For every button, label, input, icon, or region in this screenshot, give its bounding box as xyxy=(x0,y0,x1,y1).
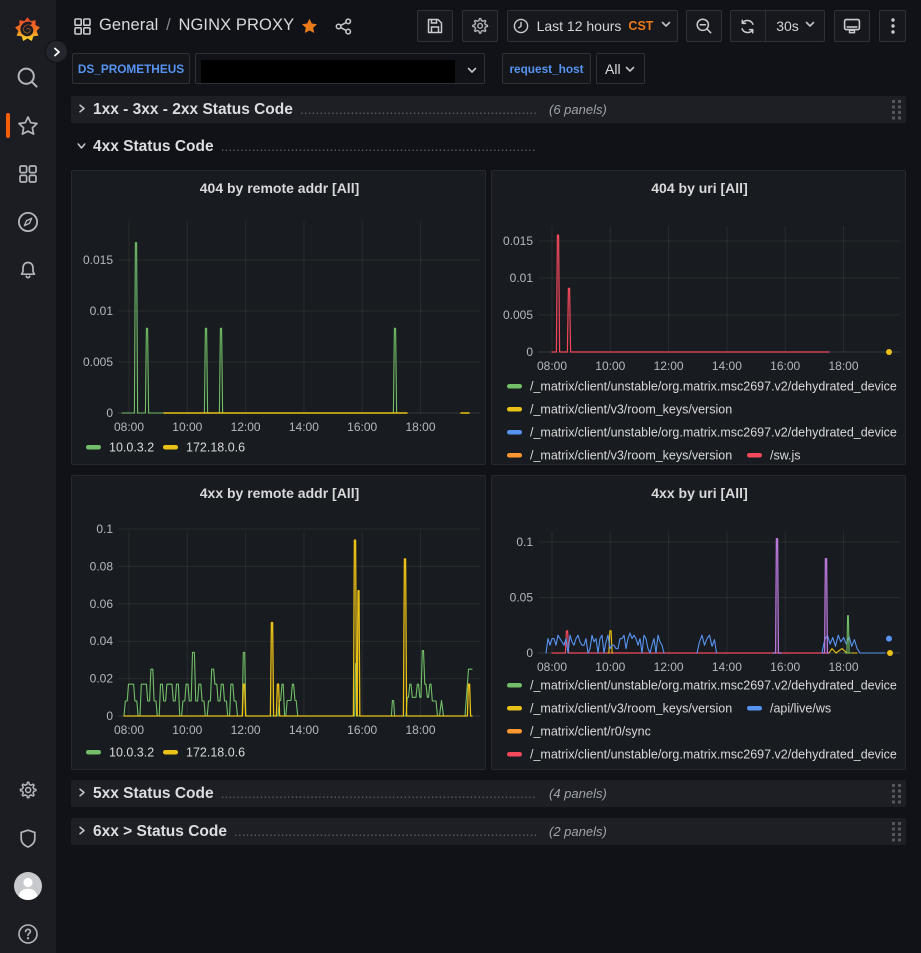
svg-text:0: 0 xyxy=(106,406,113,420)
svg-text:18:00: 18:00 xyxy=(828,359,858,373)
svg-text:0.05: 0.05 xyxy=(510,591,534,605)
svg-text:0.01: 0.01 xyxy=(90,304,114,318)
svg-text:/_matrix/client/r0/sync: /_matrix/client/r0/sync xyxy=(530,725,651,739)
svg-text:10.0.3.2: 10.0.3.2 xyxy=(109,441,154,455)
svg-text:10:00: 10:00 xyxy=(595,660,625,674)
svg-text:08:00: 08:00 xyxy=(114,723,144,737)
svg-text:0.005: 0.005 xyxy=(503,308,533,322)
svg-text:16:00: 16:00 xyxy=(347,420,377,434)
svg-text:172.18.0.6: 172.18.0.6 xyxy=(186,746,245,760)
svg-text:/sw.js: /sw.js xyxy=(770,449,801,463)
svg-text:4xx by remote addr [All]: 4xx by remote addr [All] xyxy=(200,485,360,501)
svg-text:0.015: 0.015 xyxy=(83,253,113,267)
svg-text:0: 0 xyxy=(526,345,533,359)
svg-text:/_matrix/client/v3/room_keys/v: /_matrix/client/v3/room_keys/version xyxy=(530,702,732,716)
svg-text:/_matrix/client/v3/room_keys/v: /_matrix/client/v3/room_keys/version xyxy=(530,403,732,417)
svg-text:14:00: 14:00 xyxy=(289,420,319,434)
svg-text:12:00: 12:00 xyxy=(231,723,261,737)
svg-text:/_matrix/client/unstable/org.m: /_matrix/client/unstable/org.matrix.msc2… xyxy=(530,748,897,762)
svg-text:0.08: 0.08 xyxy=(90,559,114,573)
svg-text:0.06: 0.06 xyxy=(90,597,114,611)
svg-text:0.005: 0.005 xyxy=(83,355,113,369)
svg-text:/api/live/ws: /api/live/ws xyxy=(770,702,831,716)
svg-text:14:00: 14:00 xyxy=(712,359,742,373)
svg-text:16:00: 16:00 xyxy=(770,359,800,373)
svg-text:08:00: 08:00 xyxy=(537,660,567,674)
svg-text:18:00: 18:00 xyxy=(405,420,435,434)
svg-text:0.04: 0.04 xyxy=(90,634,114,648)
svg-text:18:00: 18:00 xyxy=(828,660,858,674)
svg-text:0: 0 xyxy=(106,709,113,723)
svg-text:0: 0 xyxy=(526,646,533,660)
svg-text:404 by uri [All]: 404 by uri [All] xyxy=(651,180,747,196)
svg-text:0.02: 0.02 xyxy=(90,672,114,686)
svg-text:10:00: 10:00 xyxy=(595,359,625,373)
svg-text:0.015: 0.015 xyxy=(503,234,533,248)
svg-text:16:00: 16:00 xyxy=(770,660,800,674)
svg-text:4xx by uri [All]: 4xx by uri [All] xyxy=(651,485,747,501)
svg-text:0.01: 0.01 xyxy=(510,271,534,285)
svg-text:12:00: 12:00 xyxy=(654,660,684,674)
svg-text:0.1: 0.1 xyxy=(96,522,113,536)
svg-text:12:00: 12:00 xyxy=(231,420,261,434)
svg-text:08:00: 08:00 xyxy=(537,359,567,373)
svg-text:10:00: 10:00 xyxy=(172,420,202,434)
svg-text:12:00: 12:00 xyxy=(654,359,684,373)
svg-text:10:00: 10:00 xyxy=(172,723,202,737)
svg-text:16:00: 16:00 xyxy=(347,723,377,737)
svg-text:14:00: 14:00 xyxy=(712,660,742,674)
svg-text:18:00: 18:00 xyxy=(405,723,435,737)
svg-text:404 by remote addr [All]: 404 by remote addr [All] xyxy=(200,180,360,196)
svg-text:0.1: 0.1 xyxy=(516,535,533,549)
svg-text:10.0.3.2: 10.0.3.2 xyxy=(109,746,154,760)
svg-text:/_matrix/client/v3/room_keys/v: /_matrix/client/v3/room_keys/version xyxy=(530,449,732,463)
svg-text:08:00: 08:00 xyxy=(114,420,144,434)
svg-text:14:00: 14:00 xyxy=(289,723,319,737)
svg-text:/_matrix/client/unstable/org.m: /_matrix/client/unstable/org.matrix.msc2… xyxy=(530,679,897,693)
svg-text:/_matrix/client/unstable/org.m: /_matrix/client/unstable/org.matrix.msc2… xyxy=(530,380,897,394)
svg-text:/_matrix/client/unstable/org.m: /_matrix/client/unstable/org.matrix.msc2… xyxy=(530,426,897,440)
svg-text:172.18.0.6: 172.18.0.6 xyxy=(186,441,245,455)
